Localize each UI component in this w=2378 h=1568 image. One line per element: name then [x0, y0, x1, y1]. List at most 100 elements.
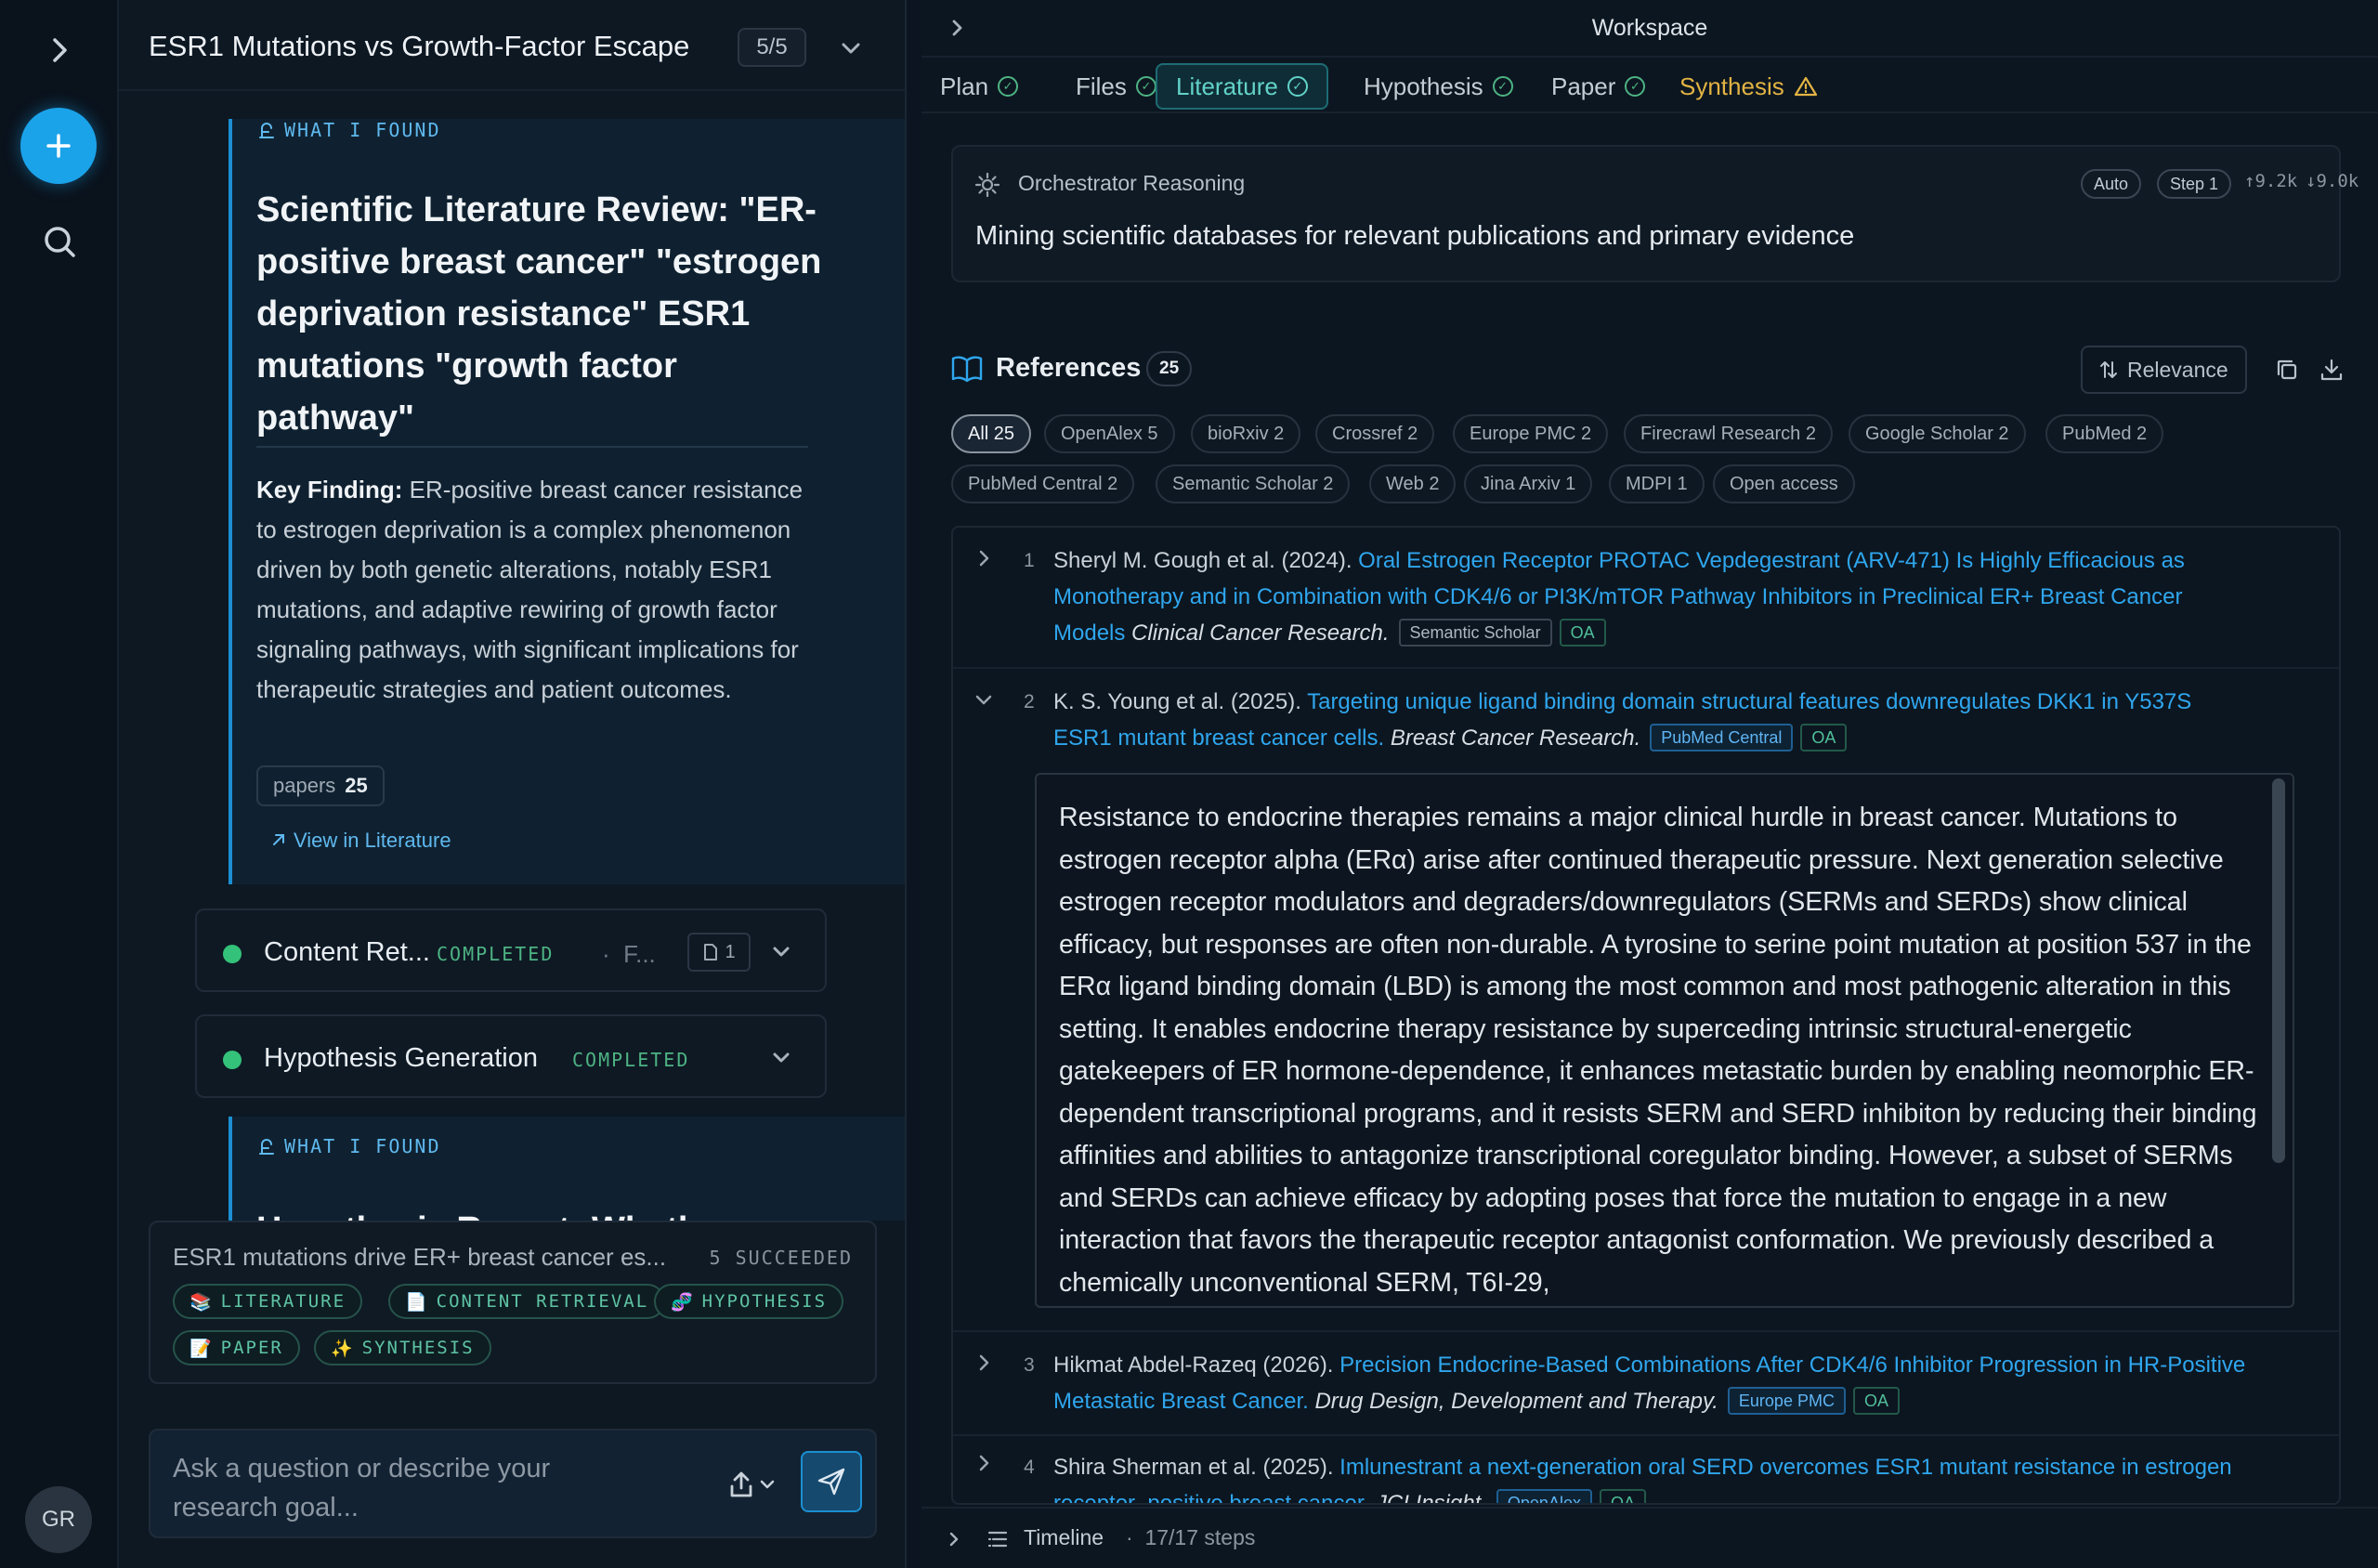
expand-sidebar-icon[interactable] — [37, 28, 82, 72]
arrow-up-right-icon — [273, 834, 284, 845]
literature-review-title: Scientific Literature Review: "ER-positi… — [256, 190, 822, 438]
abstract-scrollbar[interactable] — [2272, 778, 2285, 1163]
chevron-right-icon[interactable] — [972, 1451, 996, 1475]
step-content-retrieval[interactable]: Content Ret... COMPLETED · F... 1 — [195, 908, 827, 992]
tab-synthesis[interactable]: Synthesis — [1661, 63, 1836, 110]
upload-icon[interactable] — [728, 1468, 784, 1501]
timeline-bar[interactable]: Timeline · 17/17 steps — [921, 1507, 2378, 1568]
tab-plan[interactable]: Plan ✓ — [921, 63, 1037, 110]
step-name: Hypothesis Generation — [264, 1043, 538, 1073]
download-icon[interactable] — [2319, 357, 2345, 383]
tab-literature[interactable]: Literature ✓ — [1156, 63, 1328, 110]
check-circle-icon: ✓ — [998, 76, 1019, 97]
chevron-down-icon[interactable] — [767, 938, 795, 966]
workspace-tabs: Plan ✓ Files ✓ Literature ✓ Hypothesis ✓ Pap… — [921, 59, 2378, 113]
filter-crossref[interactable]: Crossref 2 — [1315, 414, 1435, 453]
step-extra: · F... — [602, 940, 656, 968]
filter-mdpi[interactable]: MDPI 1 — [1609, 464, 1705, 503]
check-circle-icon: ✓ — [1287, 76, 1308, 97]
filter-openalex[interactable]: OpenAlex 5 — [1044, 414, 1175, 453]
copy-icon[interactable] — [2274, 357, 2300, 383]
filter-google-scholar[interactable]: Google Scholar 2 — [1849, 414, 2026, 453]
reasoning-text: Mining scientific databases for relevant… — [975, 221, 1855, 251]
run-summary: ESR1 mutations drive ER+ breast cancer e… — [149, 1221, 877, 1384]
tag-hypothesis[interactable]: 🧬 HYPOTHESIS — [654, 1284, 844, 1319]
status-dot — [223, 1051, 242, 1069]
reference-citation: Hikmat Abdel-Razeq (2026). Precision End… — [1053, 1352, 2246, 1415]
filter-semantic-scholar[interactable]: Semantic Scholar 2 — [1156, 464, 1351, 503]
source-badge: PubMed Central — [1650, 724, 1794, 751]
reference-number: 3 — [1024, 1354, 1035, 1376]
timeline-steps: · 17/17 steps — [1126, 1525, 1256, 1549]
chevron-right-icon[interactable] — [972, 1351, 996, 1375]
tag-synthesis[interactable]: ✨ SYNTHESIS — [314, 1330, 491, 1365]
open-access-badge: OA — [1852, 1387, 1900, 1415]
chevron-down-icon[interactable] — [767, 1044, 795, 1072]
filter-europe-pmc[interactable]: Europe PMC 2 — [1453, 414, 1609, 453]
sort-button[interactable]: Relevance — [2081, 346, 2247, 394]
tag-content-retrieval[interactable]: 📄 CONTENT RETRIEVAL — [388, 1284, 666, 1319]
reasoning-label: Orchestrator Reasoning — [1018, 171, 1246, 195]
reference-number: 1 — [1024, 550, 1035, 571]
step-hypothesis-generation[interactable]: Hypothesis Generation COMPLETED — [195, 1014, 827, 1098]
book-open-icon — [951, 356, 983, 383]
progress-badge: 5/5 — [738, 28, 806, 67]
tag-literature[interactable]: 📚 LITERATURE — [173, 1284, 363, 1319]
check-circle-icon: ✓ — [1135, 76, 1156, 97]
new-chat-button[interactable] — [20, 108, 97, 184]
reference-list: 1 Sheryl M. Gough et al. (2024). Oral Es… — [951, 526, 2341, 1505]
sparkles-icon: ✨ — [331, 1338, 355, 1359]
reference-item[interactable]: 4 Shira Sherman et al. (2025). Imlunestr… — [953, 1436, 2339, 1503]
reference-abstract: Resistance to endocrine therapies remain… — [1035, 773, 2294, 1308]
step-status: COMPLETED — [437, 943, 555, 965]
filter-web[interactable]: Web 2 — [1369, 464, 1457, 503]
filter-firecrawl[interactable]: Firecrawl Research 2 — [1624, 414, 1833, 453]
chat-title: ESR1 Mutations vs Growth-Factor Escape — [149, 30, 690, 62]
send-icon — [817, 1468, 845, 1496]
dna-icon: 🧬 — [671, 1291, 695, 1313]
status-dot — [223, 945, 242, 963]
timeline-label: Timeline — [1024, 1525, 1104, 1549]
what-i-found-label: WHAT I FOUND — [256, 1135, 441, 1157]
filter-jina-arxiv[interactable]: Jina Arxiv 1 — [1464, 464, 1593, 503]
tab-paper[interactable]: Paper ✓ — [1533, 63, 1664, 110]
chevron-down-icon[interactable] — [972, 687, 996, 712]
reference-citation: Sheryl M. Gough et al. (2024). Oral Estr… — [1053, 548, 2185, 647]
finding-icon — [259, 1139, 274, 1155]
tokens-up: ↑9.2k — [2244, 171, 2298, 191]
reference-item[interactable]: 3 Hikmat Abdel-Razeq (2026). Precision E… — [953, 1332, 2339, 1436]
send-button[interactable] — [801, 1451, 862, 1512]
tab-hypothesis[interactable]: Hypothesis ✓ — [1345, 63, 1532, 110]
filter-open-access[interactable]: Open access — [1713, 464, 1855, 503]
composer-input[interactable]: Ask a question or describe your research… — [173, 1449, 656, 1527]
divider — [256, 446, 808, 448]
what-i-found-label: WHAT I FOUND — [256, 119, 441, 141]
reference-item-expanded[interactable]: 2 K. S. Young et al. (2025). Targeting u… — [953, 669, 2339, 1332]
file-count-badge[interactable]: 1 — [687, 933, 751, 972]
chevron-right-icon[interactable] — [972, 546, 996, 570]
search-icon[interactable] — [37, 219, 82, 264]
composer[interactable]: Ask a question or describe your research… — [149, 1429, 877, 1538]
check-circle-icon: ✓ — [1492, 76, 1513, 97]
open-access-badge: OA — [1599, 1489, 1646, 1503]
file-icon — [704, 944, 718, 960]
references-title: References — [996, 353, 1142, 383]
step-status: COMPLETED — [572, 1049, 690, 1071]
step-pill: Step 1 — [2157, 169, 2232, 199]
literature-finding-card: WHAT I FOUND Scientific Literature Revie… — [229, 119, 905, 884]
tag-paper[interactable]: 📝 PAPER — [173, 1330, 300, 1365]
view-in-literature-link[interactable]: View in Literature — [269, 829, 451, 853]
filter-biorxiv[interactable]: bioRxiv 2 — [1191, 414, 1301, 453]
source-badge: Europe PMC — [1727, 1387, 1846, 1415]
filter-pubmed-central[interactable]: PubMed Central 2 — [951, 464, 1135, 503]
books-icon: 📚 — [189, 1291, 214, 1313]
plus-icon — [46, 134, 71, 158]
hypothesis-report-title: Hypothesis Report: Wheth — [256, 1204, 905, 1221]
chevron-right-icon[interactable] — [944, 1529, 964, 1549]
finding-icon — [259, 123, 274, 138]
reference-item[interactable]: 1 Sheryl M. Gough et al. (2024). Oral Es… — [953, 528, 2339, 669]
filter-all[interactable]: All 25 — [951, 414, 1032, 453]
filter-pubmed[interactable]: PubMed 2 — [2045, 414, 2164, 453]
avatar[interactable]: GR — [25, 1486, 92, 1553]
chevron-down-icon[interactable] — [836, 33, 866, 63]
